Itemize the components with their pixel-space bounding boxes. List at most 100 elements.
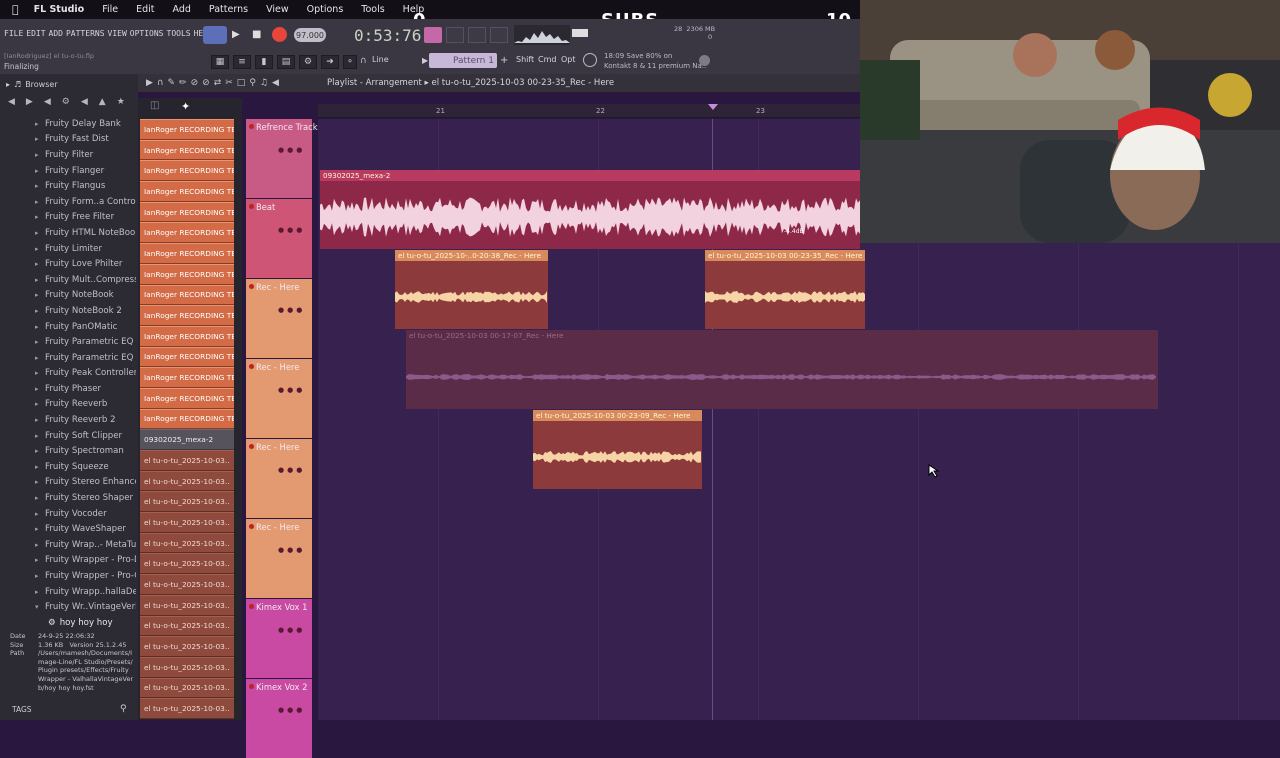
menu-view[interactable]: View [257, 4, 298, 15]
news-panel[interactable]: 18:09 Save 80% on Kontakt 8 & 11 premium… [604, 51, 706, 71]
pl-play-icon[interactable]: ▶ [146, 78, 153, 88]
track-controls-icon[interactable]: ●●● [278, 386, 305, 394]
piano-roll-icon[interactable]: ▮ [255, 55, 273, 69]
back-icon[interactable]: ◀ [8, 97, 15, 107]
pencil-icon[interactable]: ✎ [168, 78, 176, 88]
browser-item[interactable]: ▸ Fruity Soft Clipper [0, 428, 136, 444]
picker-item[interactable]: IanRoger RECORDING TE.. [140, 181, 234, 202]
browser-item[interactable]: ▸Fruity Form..a Controller [0, 194, 136, 210]
picker-item[interactable]: IanRoger RECORDING TE.. [140, 119, 234, 140]
track-header[interactable]: Rec - Here ●●● [246, 519, 312, 598]
picker-cursor-icon[interactable]: ✦ [181, 100, 190, 113]
browser-icon[interactable]: ▤ [277, 55, 295, 69]
track-header[interactable]: Refrence Track ●●● [246, 119, 318, 198]
picker-item[interactable]: el tu-o-tu_2025-10-03.. [140, 698, 234, 719]
picker-item[interactable]: el tu-o-tu_2025-10-03.. [140, 594, 234, 616]
browser-item[interactable]: ▸Fruity Wrapp..hallaDelay [0, 584, 136, 600]
menu-patterns[interactable]: Patterns [200, 4, 257, 15]
picker-item[interactable]: IanRoger RECORDING TE.. [140, 139, 234, 161]
track-controls-icon[interactable]: ●●● [278, 706, 305, 714]
browser-item[interactable]: ▸ Fruity Reeverb 2 [0, 412, 136, 428]
slice-icon[interactable]: ✂ [225, 78, 233, 88]
fl-menu-add[interactable]: ADD [49, 29, 63, 38]
track-header[interactable]: Kimex Vox 2 ●●● [246, 679, 312, 758]
browser-item[interactable]: ▸ Fruity HTML NoteBook [0, 225, 136, 241]
picker-item[interactable]: el tu-o-tu_2025-10-03.. [140, 491, 234, 513]
browser-item[interactable]: ▸ Fruity NoteBook 2 [0, 303, 136, 319]
browser-item[interactable]: ▸ Fruity Reeverb [0, 397, 136, 413]
menu-tools[interactable]: Tools [352, 4, 393, 15]
picker-item[interactable]: IanRoger RECORDING TE.. [140, 408, 234, 430]
browser-item[interactable]: ▸ Fruity Fast Dist [0, 132, 136, 148]
record-arm-icon[interactable] [249, 284, 254, 289]
record-button[interactable] [272, 27, 287, 42]
picker-item[interactable]: el tu-o-tu_2025-10-03.. [140, 532, 234, 554]
fl-menu-edit[interactable]: EDIT [26, 29, 45, 38]
fl-menu-patterns[interactable]: PATTERNS [66, 29, 105, 38]
browser-item[interactable]: ▸ Fruity Parametric EQ [0, 334, 136, 350]
picker-item[interactable]: el tu-o-tu_2025-10-03.. [140, 677, 234, 699]
browser-arrow-icon[interactable]: ▸ [6, 80, 10, 89]
pl-back-icon[interactable]: ◀ [272, 78, 279, 88]
browser-item-selected[interactable]: ⚙ hoy hoy hoy [0, 615, 136, 631]
track-header[interactable]: Rec - Here ●●● [246, 439, 312, 518]
up-icon[interactable]: ▲ [99, 97, 106, 107]
picker-item[interactable]: el tu-o-tu_2025-10-03.. [140, 512, 234, 533]
magnet-icon[interactable]: ⚬ [343, 55, 357, 69]
record-arm-icon[interactable] [249, 604, 254, 609]
track-controls-icon[interactable]: ●●● [278, 226, 305, 234]
track-header[interactable]: Rec - Here ●●● [246, 279, 312, 358]
mixer-icon[interactable]: ≡ [233, 55, 251, 69]
picker-item[interactable]: IanRoger RECORDING TE.. [140, 325, 234, 347]
picker-item[interactable]: IanRoger RECORDING TE.. [140, 201, 234, 223]
record-arm-icon[interactable] [249, 204, 254, 209]
clip-rec-1b[interactable]: el tu-o-tu_2025-10-03 00-23-35_Rec - Her… [705, 250, 865, 329]
picker-item[interactable]: el tu-o-tu_2025-10-03.. [140, 574, 234, 595]
browser-item[interactable]: ▸Fruity Wrap..- MetaTune [0, 537, 136, 553]
settings-icon[interactable]: ⚙ [62, 97, 70, 107]
picker-item[interactable]: 09302025_mexa-2 [140, 429, 234, 450]
fl-menu-tools[interactable]: TOOLS [167, 29, 191, 38]
metronome-button[interactable] [424, 27, 442, 43]
picker-item[interactable]: el tu-o-tu_2025-10-03.. [140, 450, 234, 471]
browser-item[interactable]: ▸ Fruity Wrapper - Pro-DS [0, 553, 136, 569]
browser-item[interactable]: ▸ Fruity Spectroman [0, 443, 136, 459]
browser-item[interactable]: ▸ Fruity PanOMatic [0, 319, 136, 335]
pattern-selector[interactable]: Pattern 1 [429, 53, 497, 68]
plugin-picker-icon[interactable]: ⚙ [299, 55, 317, 69]
collapse-icon[interactable]: ◀ [44, 97, 51, 107]
pat-song-toggle[interactable] [203, 26, 227, 44]
stop-icon[interactable]: ■ [252, 29, 261, 40]
browser-item[interactable]: ▸ Fruity Delay Bank [0, 116, 136, 132]
mute-icon[interactable]: ⊘ [202, 78, 210, 88]
track-controls-icon[interactable]: ●●● [278, 146, 305, 154]
shift-modifier[interactable]: Shift [516, 55, 534, 64]
speaker-icon[interactable]: ♫ [260, 78, 268, 88]
arrow-right-icon[interactable]: ➜ [321, 55, 339, 69]
track-header[interactable]: Beat ●●● [246, 199, 312, 278]
playhead-marker[interactable] [708, 104, 718, 110]
clip-rec-1a[interactable]: el tu-o-tu_2025-10-..0-20-38_Rec - Here [395, 250, 548, 329]
play-icon[interactable]: ▶ [232, 29, 240, 40]
snap-selector[interactable]: Line [372, 55, 389, 64]
track-header[interactable]: Rec - Here ●●● [246, 359, 312, 438]
browser-item[interactable]: ▸ Fruity Stereo Enhancer [0, 475, 136, 491]
track-controls-icon[interactable]: ●●● [278, 626, 305, 634]
menu-options[interactable]: Options [298, 4, 353, 15]
menu-add[interactable]: Add [164, 4, 200, 15]
picker-item[interactable]: el tu-o-tu_2025-10-03.. [140, 553, 234, 575]
track-controls-icon[interactable]: ●●● [278, 306, 305, 314]
cmd-modifier[interactable]: Cmd [538, 55, 556, 64]
brush-icon[interactable]: ✏ [179, 78, 187, 88]
picker-item[interactable]: IanRoger RECORDING TE.. [140, 346, 234, 368]
picker-item[interactable]: IanRoger RECORDING TE.. [140, 367, 234, 388]
zoom-icon[interactable]: ⚲ [249, 78, 256, 88]
browser-item[interactable]: ▸ Fruity Phaser [0, 381, 136, 397]
picker-item[interactable]: el tu-o-tu_2025-10-03.. [140, 656, 234, 678]
sort-icon[interactable]: ◀ [81, 97, 88, 107]
track-controls-icon[interactable]: ●●● [278, 466, 305, 474]
track-header[interactable]: Kimex Vox 1 ●●● [246, 599, 312, 678]
blend-notes-button[interactable] [468, 27, 486, 43]
browser-item[interactable]: ▸ Fruity Flangus [0, 178, 136, 194]
pl-magnet-icon[interactable]: ∩ [157, 78, 164, 88]
